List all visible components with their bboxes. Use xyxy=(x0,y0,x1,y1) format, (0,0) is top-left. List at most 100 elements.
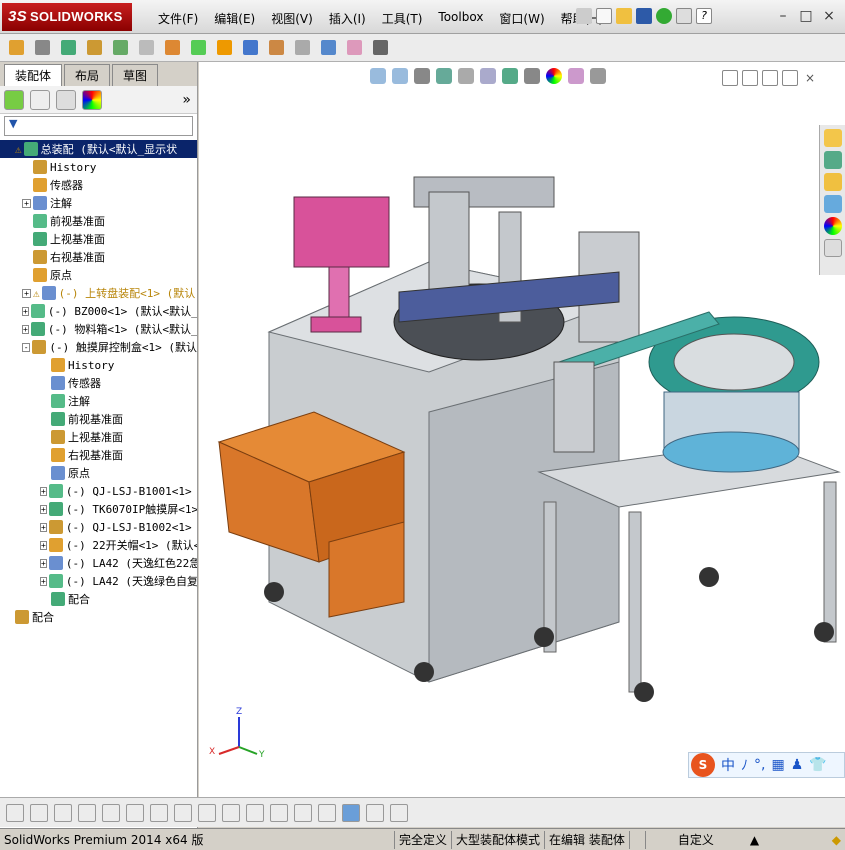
circle-icon[interactable] xyxy=(30,803,48,822)
viewport-close-icon[interactable]: × xyxy=(802,70,818,86)
property-manager-icon[interactable] xyxy=(30,89,50,110)
tree-item[interactable]: 原点 xyxy=(0,464,197,482)
zoom-to-area-icon[interactable] xyxy=(392,68,408,84)
tab-sketch[interactable]: 草图 xyxy=(112,64,159,86)
tree-item[interactable]: + (-) 物料箱<1> (默认<默认_显 xyxy=(0,320,197,338)
rebuild-icon[interactable] xyxy=(656,8,672,24)
mate-button[interactable] xyxy=(32,38,52,58)
tree-item[interactable]: ⚠ 总装配 (默认<默认_显示状 xyxy=(0,140,197,158)
apply-scene-icon[interactable] xyxy=(568,68,584,84)
dimension-icon[interactable] xyxy=(270,803,288,822)
viewport-restore-icon[interactable] xyxy=(782,70,798,86)
solidworks-logo[interactable]: 3S SOLIDWORKS xyxy=(2,3,132,31)
tree-item[interactable]: + (-) 22开关帽<1> (默认< xyxy=(0,536,197,554)
spline-icon[interactable] xyxy=(150,803,168,822)
tree-item[interactable]: 上视基准面 xyxy=(0,428,197,446)
tree-expander[interactable]: - xyxy=(22,342,31,352)
menu-window[interactable]: 窗口(W) xyxy=(491,8,552,29)
tree-item[interactable]: 前视基准面 xyxy=(0,410,197,428)
tree-item[interactable]: 原点 xyxy=(0,266,197,284)
graphics-area[interactable]: Z X Y xyxy=(199,62,845,797)
save-icon[interactable] xyxy=(636,8,652,24)
tree-item[interactable]: 注解 xyxy=(0,392,197,410)
tree-item[interactable]: + (-) LA42 (天逸绿色自复 xyxy=(0,572,197,590)
close-button[interactable]: × xyxy=(821,8,837,24)
custom-properties-icon[interactable] xyxy=(823,239,842,257)
appearances-icon[interactable] xyxy=(823,217,842,235)
pin-icon[interactable] xyxy=(576,8,592,24)
tag-icon[interactable]: ◆ xyxy=(828,831,845,849)
menu-edit[interactable]: 编辑(E) xyxy=(206,8,263,29)
menu-toolbox[interactable]: Toolbox xyxy=(430,8,491,29)
options-icon[interactable] xyxy=(676,8,692,24)
display-manager-icon[interactable] xyxy=(82,89,102,110)
tree-item[interactable]: 前视基准面 xyxy=(0,212,197,230)
assembly-features-button[interactable] xyxy=(162,38,182,58)
tree-item[interactable]: + (-) QJ-LSJ-B1001<1> (默 xyxy=(0,482,197,500)
menu-insert[interactable]: 插入(I) xyxy=(321,8,374,29)
insert-component-button[interactable] xyxy=(6,38,26,58)
viewport-minimize-icon[interactable] xyxy=(762,70,778,86)
configuration-manager-icon[interactable] xyxy=(56,89,76,110)
exploded-view-button[interactable] xyxy=(266,38,286,58)
view-orientation-icon[interactable] xyxy=(480,68,496,84)
ime-moon-icon[interactable]: ﾉ xyxy=(741,755,748,775)
tree-item[interactable]: - (-) 触摸屏控制盒<1> (默认 xyxy=(0,338,197,356)
design-library-icon[interactable] xyxy=(823,151,842,169)
hide-show-items-icon[interactable] xyxy=(524,68,540,84)
open-folder-icon[interactable] xyxy=(616,8,632,24)
edit-appearance-icon[interactable] xyxy=(546,68,562,84)
corner-icon[interactable] xyxy=(222,803,240,822)
menu-view[interactable]: 视图(V) xyxy=(263,8,321,29)
ime-keyboard-icon[interactable]: ▦ xyxy=(771,757,784,773)
tree-expander[interactable]: + xyxy=(22,324,29,334)
tree-expander[interactable]: + xyxy=(40,576,47,586)
units-selector[interactable]: 自定义 xyxy=(646,831,746,849)
ime-punctuation-icon[interactable]: °, xyxy=(754,757,765,773)
trim-icon[interactable] xyxy=(102,803,120,822)
bill-of-materials-button[interactable] xyxy=(240,38,260,58)
ime-user-icon[interactable]: ♟ xyxy=(791,757,804,773)
feature-manager-icon[interactable] xyxy=(4,89,24,110)
tree-expander[interactable]: + xyxy=(40,540,47,550)
explode-line-sketch-button[interactable] xyxy=(292,38,312,58)
tile-vertical-icon[interactable] xyxy=(742,70,758,86)
tab-assembly[interactable]: 装配体 xyxy=(4,64,63,86)
section-view-icon[interactable] xyxy=(436,68,452,84)
mirror-icon[interactable] xyxy=(198,803,216,822)
four-view-icon[interactable] xyxy=(390,803,408,822)
zoom-to-fit-icon[interactable] xyxy=(370,68,386,84)
tree-filter-input[interactable]: ▼ xyxy=(4,116,193,136)
tree-item[interactable]: 上视基准面 xyxy=(0,230,197,248)
tree-expander[interactable]: + xyxy=(40,486,47,496)
tree-item[interactable]: + 注解 xyxy=(0,194,197,212)
interference-detection-button[interactable] xyxy=(318,38,338,58)
tree-expander[interactable]: + xyxy=(40,558,47,568)
polygon-icon[interactable] xyxy=(78,803,96,822)
sogou-logo[interactable]: S xyxy=(691,753,715,777)
ime-skin-icon[interactable]: 👕 xyxy=(809,757,826,773)
box-view-icon[interactable] xyxy=(342,803,360,822)
tree-item[interactable]: History xyxy=(0,356,197,374)
expand-chevron-icon[interactable]: » xyxy=(182,92,191,108)
show-hidden-button[interactable] xyxy=(136,38,156,58)
tree-item[interactable]: + (-) QJ-LSJ-B1002<1> (默 xyxy=(0,518,197,536)
tile-horizontal-icon[interactable] xyxy=(722,70,738,86)
tree-item[interactable]: 配合 xyxy=(0,608,197,626)
help-icon[interactable]: ? xyxy=(696,8,712,24)
view-palette-icon[interactable] xyxy=(823,195,842,213)
display-style-icon[interactable] xyxy=(502,68,518,84)
tree-item[interactable]: 配合 xyxy=(0,590,197,608)
tree-expander[interactable]: + xyxy=(22,198,31,208)
tree-expander[interactable]: + xyxy=(22,288,31,298)
horizontal-split-icon[interactable] xyxy=(366,803,384,822)
tree-item[interactable]: + (-) BZ000<1> (默认<默认_显 xyxy=(0,302,197,320)
units-dropdown-icon[interactable]: ▲ xyxy=(746,831,763,849)
linear-pattern-button[interactable] xyxy=(58,38,78,58)
tree-expander[interactable]: + xyxy=(40,522,47,532)
relation-icon[interactable] xyxy=(318,803,336,822)
tree-item[interactable]: 右视基准面 xyxy=(0,248,197,266)
offset-icon[interactable] xyxy=(174,803,192,822)
tree-item[interactable]: 传感器 xyxy=(0,374,197,392)
instant3d-button[interactable] xyxy=(370,38,390,58)
